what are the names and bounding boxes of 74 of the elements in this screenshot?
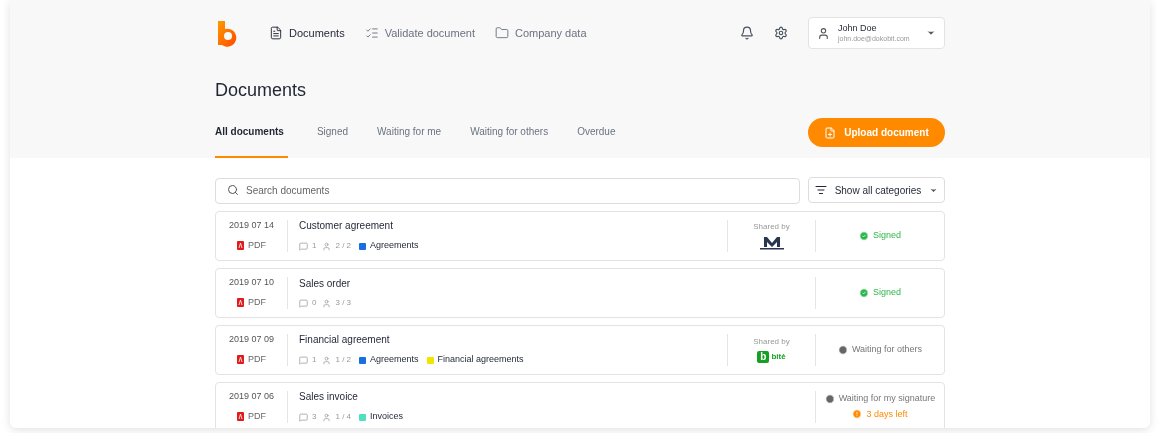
company-logo: b bitė <box>757 351 786 363</box>
document-title: Financial agreement <box>299 333 390 348</box>
comment-icon <box>299 241 308 251</box>
document-row[interactable]: 2019 07 14 PDF Customer agreement 1 2 / 2 Agreements Shared by Signed <box>215 210 945 261</box>
document-row[interactable]: 2019 07 06 PDF Sales invoice 3 1 / 4 Invoices Waiting for my signature 3 days left <box>215 381 945 428</box>
document-date: 2019 07 10 <box>228 276 274 289</box>
file-type: PDF <box>237 295 266 309</box>
comment-icon <box>299 298 308 308</box>
pdf-icon <box>237 240 244 250</box>
comment-icon <box>299 412 308 422</box>
shared-by-label: Shared by <box>753 336 790 348</box>
check-circle-icon <box>859 287 869 298</box>
user-name: John Doe <box>838 22 878 34</box>
company-logo-icon <box>759 236 784 250</box>
folder-icon <box>494 26 509 40</box>
page-title: Documents <box>215 79 307 102</box>
person-icon <box>322 355 332 365</box>
pdf-icon <box>237 411 244 421</box>
file-plus-icon <box>824 126 837 139</box>
document-date: 2019 07 14 <box>228 219 274 232</box>
filter-icon <box>814 184 827 196</box>
status-label: Waiting for my signature <box>824 392 936 406</box>
comment-count: 0 <box>299 297 317 309</box>
nav-link[interactable]: Validate document <box>364 24 475 42</box>
search-field[interactable]: Search documents <box>215 177 800 204</box>
shared-by-label: Shared by <box>753 221 790 233</box>
comment-count: 1 <box>299 240 317 252</box>
status-label: Signed <box>859 285 901 300</box>
document-title: Customer agreement <box>299 219 393 234</box>
person-icon <box>322 241 332 251</box>
status-label: Signed <box>859 228 901 243</box>
category-tag: Financial agreements <box>426 353 524 367</box>
comment-icon <box>299 355 308 365</box>
due-note: 3 days left <box>852 407 908 421</box>
signer-count: 3 / 3 <box>322 297 352 309</box>
signer-count: 1 / 4 <box>322 411 352 423</box>
signer-count: 1 / 2 <box>322 354 352 366</box>
check-circle-icon <box>859 230 869 241</box>
comment-count: 3 <box>299 411 317 423</box>
caret-icon <box>926 28 936 38</box>
tab[interactable]: Waiting for me <box>377 124 442 158</box>
alert-icon <box>852 409 863 420</box>
search-icon <box>227 184 239 196</box>
pdf-icon <box>237 297 244 307</box>
nav-link[interactable]: Documents <box>269 24 345 42</box>
signer-count: 2 / 2 <box>322 240 352 252</box>
tab[interactable]: Overdue <box>577 124 616 158</box>
category-filter[interactable]: Show all categories <box>808 177 945 203</box>
document-row[interactable]: 2019 07 09 PDF Financial agreement 1 1 / 2 Agreements Financial agreements Shared by b bitė Waiting for others <box>215 324 945 375</box>
person-icon <box>322 412 332 422</box>
status-label: Waiting for others <box>837 342 923 357</box>
nav-link[interactable]: Company data <box>494 24 587 42</box>
comment-count: 1 <box>299 354 317 366</box>
document-title: Sales invoice <box>299 390 358 405</box>
file-type: PDF <box>237 238 266 252</box>
tab[interactable]: Signed <box>316 124 349 158</box>
document-title: Sales order <box>299 277 351 291</box>
document-date: 2019 07 06 <box>228 390 274 403</box>
user-icon <box>817 26 830 40</box>
checklist-icon <box>364 26 379 40</box>
settings-icon[interactable] <box>774 26 788 40</box>
person-icon <box>322 298 332 308</box>
document-row[interactable]: 2019 07 10 PDF Sales order 0 3 / 3 Signed <box>215 267 945 318</box>
category-tag: Invoices <box>359 410 404 424</box>
document-date: 2019 07 09 <box>228 333 274 346</box>
category-tag: Agreements <box>359 239 419 253</box>
tab[interactable]: Waiting for others <box>470 124 549 158</box>
document-icon <box>269 26 283 40</box>
category-tag: Agreements <box>359 353 419 367</box>
tab[interactable]: All documents <box>215 124 288 158</box>
file-type: PDF <box>237 352 266 366</box>
pdf-icon <box>237 354 244 364</box>
notifications-icon[interactable] <box>740 26 754 40</box>
file-type: PDF <box>237 409 266 423</box>
